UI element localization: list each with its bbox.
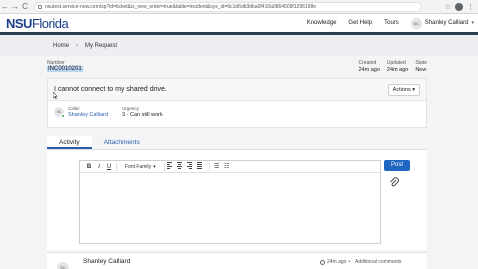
urgency-field: Urgency 3 - Can still work (122, 106, 163, 118)
toolbar-divider (116, 162, 117, 171)
nav-link-knowledge[interactable]: Knowledge (307, 20, 337, 26)
breadcrumb: Home › My Request (0, 32, 478, 56)
url-text: nsutest.service-now.com/sp?id=ticket&is_… (45, 3, 317, 10)
lock-icon (38, 4, 42, 9)
nav-link-tours[interactable]: Tours (384, 20, 399, 26)
actions-button[interactable]: Actions ▾ (387, 83, 420, 96)
ticket-short-description: I cannot connect to my shared drive. (54, 86, 167, 93)
bold-icon[interactable]: B (84, 162, 94, 172)
toolbar-divider (163, 162, 165, 171)
state-value: New (415, 67, 427, 73)
ticket-number: INC0010201 (47, 66, 83, 72)
reload-icon[interactable]: C (20, 1, 30, 13)
comment-time: 24m ago • (320, 259, 350, 265)
chevron-down-icon: ▾ (412, 86, 415, 93)
forward-icon[interactable]: → (10, 1, 20, 13)
toolbar-divider (208, 162, 210, 171)
user-menu[interactable]: SC Shanley Calliard ▾ (410, 17, 474, 29)
actions-label: Actions (392, 86, 411, 93)
comment-type: Additional comments (355, 259, 402, 265)
browser-toolbar: ← → C nsutest.service-now.com/sp?id=tick… (0, 0, 478, 14)
chevron-down-icon: ▾ (471, 20, 474, 26)
urgency-value: 3 - Can still work (122, 112, 163, 118)
updated-label: Updated (386, 60, 406, 66)
state-field: State New (415, 60, 427, 73)
comment-time-value: 24m ago (327, 259, 347, 265)
updated-value: 24m ago (386, 67, 409, 73)
avatar: SC (57, 262, 69, 269)
bullet-separator: • (348, 259, 351, 265)
post-button[interactable]: Post (384, 160, 410, 171)
ticket-meta: Number INC0010201 Created 24m ago Update… (47, 60, 427, 74)
site-logo[interactable]: NSUFlorida (6, 15, 69, 31)
caller-initials: SC (56, 110, 62, 114)
comment-author: Shanley Calliard (83, 258, 131, 265)
paperclip-icon[interactable] (389, 177, 399, 187)
clock-icon (320, 259, 325, 265)
numbered-list-icon[interactable]: ☷ (222, 162, 232, 172)
updated-field: Updated 24m ago (387, 60, 408, 73)
back-icon[interactable]: ← (0, 1, 10, 13)
avatar: SC (54, 107, 65, 118)
chevron-down-icon: ▾ (153, 163, 156, 170)
activity-panel: B I U Font Family ▾ ☰ ☷ Post (47, 150, 427, 250)
editor-toolbar: B I U Font Family ▾ ☰ ☷ (80, 161, 380, 173)
breadcrumb-home[interactable]: Home (53, 43, 69, 49)
logo-main: NSU (6, 15, 32, 31)
tab-activity[interactable]: Activity (47, 136, 92, 149)
comment-editor[interactable]: B I U Font Family ▾ ☰ ☷ (79, 160, 381, 244)
mouse-pointer-icon (53, 92, 58, 99)
underline-icon[interactable]: U (104, 162, 114, 172)
created-value: 24m ago (358, 67, 380, 73)
breadcrumb-separator-icon: › (76, 42, 79, 49)
created-field: Created 24m ago (359, 60, 380, 73)
state-label: State (415, 60, 427, 66)
comment-entry: SC Shanley Calliard 24m ago • Additional… (47, 252, 427, 269)
align-left-icon[interactable] (166, 161, 177, 172)
urgency-label: Urgency (122, 106, 139, 111)
user-name: Shanley Calliard (424, 20, 469, 26)
align-justify-icon[interactable] (196, 161, 207, 172)
bullet-list-icon[interactable]: ☰ (212, 162, 222, 172)
created-label: Created (358, 60, 377, 66)
italic-icon[interactable]: I (94, 162, 104, 172)
status-dot-icon (61, 114, 65, 118)
nav-link-get-help[interactable]: Get Help (348, 20, 372, 26)
caller-field: SC Caller Shanley Calliard (54, 106, 108, 118)
font-family-label: Font Family (125, 163, 152, 170)
star-icon[interactable]: ☆ (445, 3, 451, 11)
avatar: SC (410, 17, 422, 29)
site-header: NSUFlorida Knowledge Get Help Tours SC S… (0, 14, 478, 32)
align-center-icon[interactable] (176, 161, 187, 172)
activity-tabs: Activity Attachments (47, 136, 427, 150)
address-bar[interactable]: nsutest.service-now.com/sp?id=ticket&is_… (34, 1, 422, 12)
logo-sub: Florida (31, 15, 69, 31)
breadcrumb-current: My Request (85, 42, 118, 49)
caller-label: Caller (68, 106, 80, 111)
profile-icon[interactable] (455, 2, 463, 11)
align-right-icon[interactable] (186, 161, 197, 172)
font-family-select[interactable]: Font Family ▾ (121, 164, 160, 170)
menu-icon[interactable]: ⋮ (467, 3, 474, 11)
caller-name-link[interactable]: Shanley Calliard (68, 112, 108, 118)
tab-attachments[interactable]: Attachments (92, 136, 152, 149)
ticket-card: I cannot connect to my shared drive. Act… (47, 78, 427, 128)
